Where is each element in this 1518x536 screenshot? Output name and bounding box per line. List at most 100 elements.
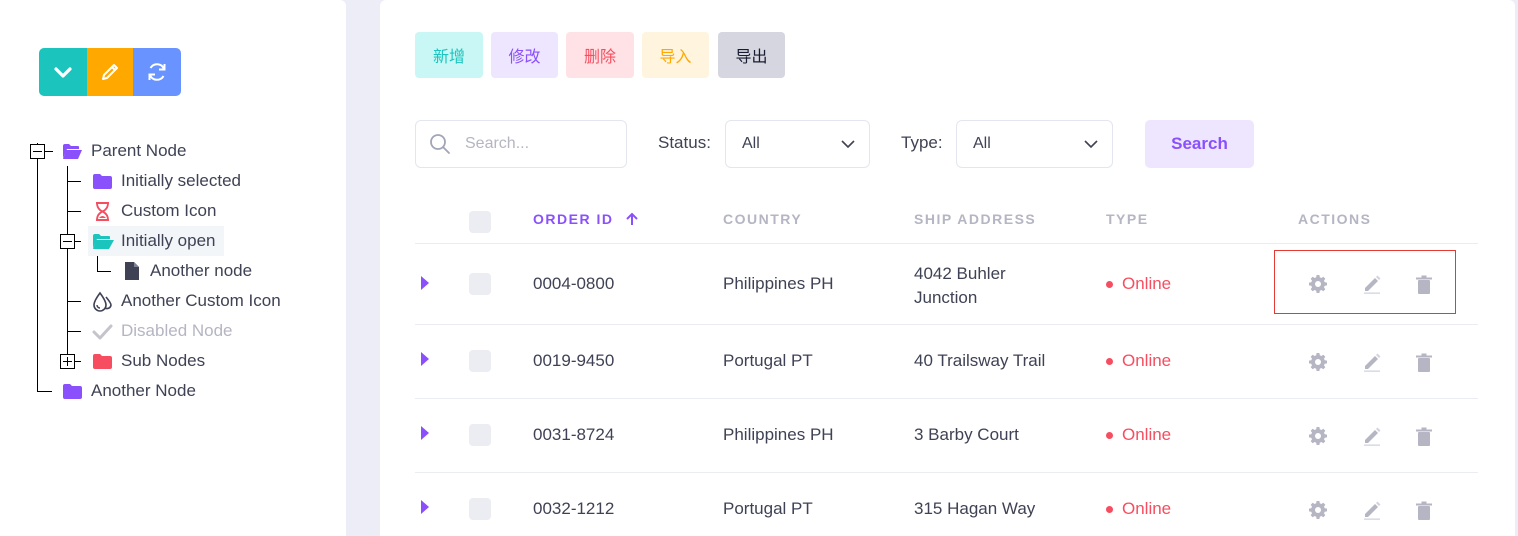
row-trash-button[interactable] [1413, 500, 1435, 522]
select-all-checkbox[interactable] [469, 211, 491, 233]
file-icon [125, 262, 139, 280]
ship-address-cell: 3 Barby Court [914, 425, 1019, 444]
trash-icon [1416, 501, 1432, 520]
gear-icon [1309, 353, 1327, 371]
row-checkbox[interactable] [469, 424, 491, 446]
column-header-ship-address[interactable]: SHIP ADDRESS [914, 211, 1036, 227]
chevron-down-icon [54, 67, 72, 78]
tree-toggle-collapse[interactable] [60, 234, 75, 249]
delete-button[interactable]: 删除 [566, 32, 634, 78]
tree-panel: Parent Node Initially selected Custom Ic… [0, 0, 346, 536]
folder-icon [63, 383, 82, 399]
import-button[interactable]: 导入 [642, 32, 709, 78]
tree-node-label: Custom Icon [121, 201, 217, 220]
status-dot [1106, 280, 1113, 288]
status-select[interactable]: All [725, 120, 870, 168]
edit-button[interactable]: 修改 [491, 32, 558, 78]
chevron-down-icon [1084, 140, 1098, 149]
row-expand-toggle[interactable] [421, 276, 429, 290]
status-select-value: All [742, 135, 760, 152]
row-expand-toggle[interactable] [421, 426, 429, 440]
row-trash-button[interactable] [1413, 274, 1435, 296]
status-filter-label: Status: [658, 133, 711, 152]
tree-node-initially-selected[interactable]: Initially selected [92, 166, 241, 196]
pencil-icon [1364, 501, 1381, 520]
tree-node-parent[interactable]: Parent Node [62, 136, 186, 166]
column-header-country[interactable]: COUNTRY [723, 211, 802, 227]
refresh-icon [148, 63, 166, 81]
row-checkbox[interactable] [469, 273, 491, 295]
type-select-value: All [973, 135, 991, 152]
ship-address-cell: 4042 Buhler Junction [914, 262, 1006, 310]
tree-toolbar [39, 48, 181, 96]
export-button[interactable]: 导出 [718, 32, 785, 78]
type-cell: Online [1106, 425, 1171, 445]
status-dot [1106, 357, 1113, 365]
column-header-label: ORDER ID [533, 211, 614, 227]
row-pencil-button[interactable] [1361, 425, 1383, 447]
search-button[interactable]: Search [1145, 120, 1254, 168]
add-button[interactable]: 新增 [415, 32, 483, 78]
row-checkbox[interactable] [469, 350, 491, 372]
type-filter-label: Type: [901, 133, 943, 152]
tree-node-another-node[interactable]: Another node [124, 256, 252, 286]
folder-icon [93, 353, 112, 369]
order-id-cell: 0031-8724 [533, 425, 615, 444]
trash-icon [1416, 427, 1432, 446]
pencil-icon [1364, 275, 1381, 294]
row-trash-button[interactable] [1413, 426, 1435, 448]
search-field[interactable] [415, 120, 627, 168]
country-cell: Portugal PT [723, 351, 813, 370]
search-input[interactable] [463, 134, 617, 154]
row-trash-button[interactable] [1413, 352, 1435, 374]
column-header-order-id[interactable]: ORDER ID [533, 211, 639, 227]
row-gear-button[interactable] [1307, 425, 1329, 447]
type-cell: Online [1106, 351, 1171, 371]
row-gear-button[interactable] [1307, 273, 1329, 295]
tree-node-initially-open[interactable]: Initially open [88, 226, 224, 256]
trash-icon [1416, 275, 1432, 294]
type-select[interactable]: All [956, 120, 1113, 168]
pencil-icon [102, 64, 118, 80]
row-gear-button[interactable] [1307, 499, 1329, 521]
tree-node-label: Another Node [91, 381, 196, 400]
tree-node-label: Parent Node [91, 141, 187, 160]
status-dot [1106, 505, 1113, 513]
tree-node-another-node-root[interactable]: Another Node [62, 376, 196, 406]
trash-icon [1416, 353, 1432, 372]
edit-node-button[interactable] [87, 48, 133, 96]
tree-toggle-collapse[interactable] [30, 144, 45, 159]
row-gear-button[interactable] [1307, 351, 1329, 373]
row-pencil-button[interactable] [1361, 273, 1383, 295]
column-header-type[interactable]: TYPE [1106, 211, 1149, 227]
search-icon [430, 134, 450, 154]
tree-node-sub-nodes[interactable]: Sub Nodes [92, 346, 205, 376]
order-id-cell: 0019-9450 [533, 351, 615, 370]
order-id-cell: 0032-1212 [533, 499, 615, 518]
order-id-cell: 0004-0800 [533, 274, 615, 293]
country-cell: Philippines PH [723, 274, 834, 293]
type-cell: Online [1106, 499, 1171, 519]
column-header-actions: ACTIONS [1298, 211, 1372, 227]
folder-open-icon [93, 233, 114, 249]
row-checkbox[interactable] [469, 498, 491, 520]
row-expand-toggle[interactable] [421, 500, 429, 514]
row-expand-toggle[interactable] [421, 352, 429, 366]
type-value: Online [1122, 274, 1172, 293]
expand-all-button[interactable] [39, 48, 87, 96]
type-value: Online [1122, 499, 1172, 518]
tree-node-label: Disabled Node [121, 321, 233, 340]
gear-icon [1309, 275, 1327, 293]
tree-node-another-custom-icon[interactable]: Another Custom Icon [92, 286, 281, 316]
check-icon [92, 324, 113, 339]
country-cell: Philippines PH [723, 425, 834, 444]
tree-node-label: Initially selected [121, 171, 242, 190]
tree-node-custom-icon[interactable]: Custom Icon [92, 196, 216, 226]
ship-address-line: Junction [914, 288, 978, 307]
gear-icon [1309, 427, 1327, 445]
hourglass-icon [96, 201, 109, 221]
row-pencil-button[interactable] [1361, 499, 1383, 521]
row-pencil-button[interactable] [1361, 351, 1383, 373]
refresh-tree-button[interactable] [133, 48, 181, 96]
tree-toggle-expand[interactable] [60, 354, 75, 369]
